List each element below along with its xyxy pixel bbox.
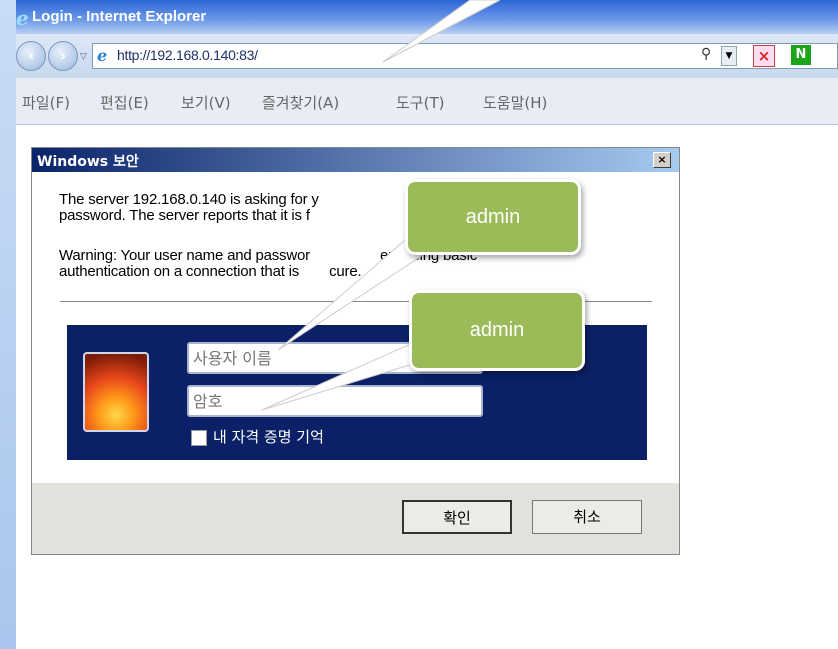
address-bar[interactable]: e http://192.168.0.140:83/ ⚲ ▼ × N xyxy=(92,43,838,69)
username-callout: admin xyxy=(405,179,581,255)
naver-toolbar-icon[interactable]: N xyxy=(791,45,811,65)
remember-credentials-checkbox[interactable] xyxy=(191,430,207,446)
user-avatar-icon xyxy=(83,352,149,432)
ie-logo-icon: e xyxy=(16,6,29,30)
menu-view[interactable]: 보기(V) xyxy=(181,92,231,113)
menu-file[interactable]: 파일(F) xyxy=(22,92,70,113)
stop-button[interactable]: × xyxy=(753,45,775,67)
window-title: Login - Internet Explorer xyxy=(32,8,207,25)
menu-favorites[interactable]: 즐겨찾기(A) xyxy=(262,92,339,113)
menu-tools[interactable]: 도구(T) xyxy=(396,92,444,113)
ok-button[interactable]: 확인 xyxy=(402,500,512,534)
menu-bar: 파일(F) 편집(E) 보기(V) 즐겨찾기(A) 도구(T) 도움말(H) xyxy=(16,78,838,125)
search-icon[interactable]: ⚲ xyxy=(701,46,711,62)
cancel-button[interactable]: 취소 xyxy=(532,500,642,534)
password-field[interactable] xyxy=(187,385,483,417)
dialog-footer: 확인 취소 xyxy=(32,483,679,554)
menu-edit[interactable]: 편집(E) xyxy=(100,92,149,113)
ie-page-icon: e xyxy=(97,46,108,65)
warning-line-2: authentication on a connection that is cu… xyxy=(59,263,362,280)
address-url[interactable]: http://192.168.0.140:83/ xyxy=(117,47,258,63)
password-callout: admin xyxy=(409,290,585,371)
recent-pages-dropdown-icon[interactable]: ▽ xyxy=(80,52,87,62)
address-toolbar: ‹ › ▽ e http://192.168.0.140:83/ ⚲ ▼ × N xyxy=(16,34,838,78)
title-bar: e Login - Internet Explorer xyxy=(16,0,838,34)
back-button[interactable]: ‹ xyxy=(16,41,46,71)
address-dropdown-button[interactable]: ▼ xyxy=(721,46,737,66)
remember-credentials-label: 내 자격 증명 기억 xyxy=(213,428,324,446)
dialog-title: Windows 보안 xyxy=(37,154,139,170)
password-input[interactable] xyxy=(189,387,481,415)
dialog-close-button[interactable]: × xyxy=(653,152,671,168)
menu-help[interactable]: 도움말(H) xyxy=(483,92,547,113)
slide-background xyxy=(0,0,16,649)
forward-button[interactable]: › xyxy=(48,41,78,71)
dialog-title-bar: Windows 보안 × xyxy=(32,148,679,172)
